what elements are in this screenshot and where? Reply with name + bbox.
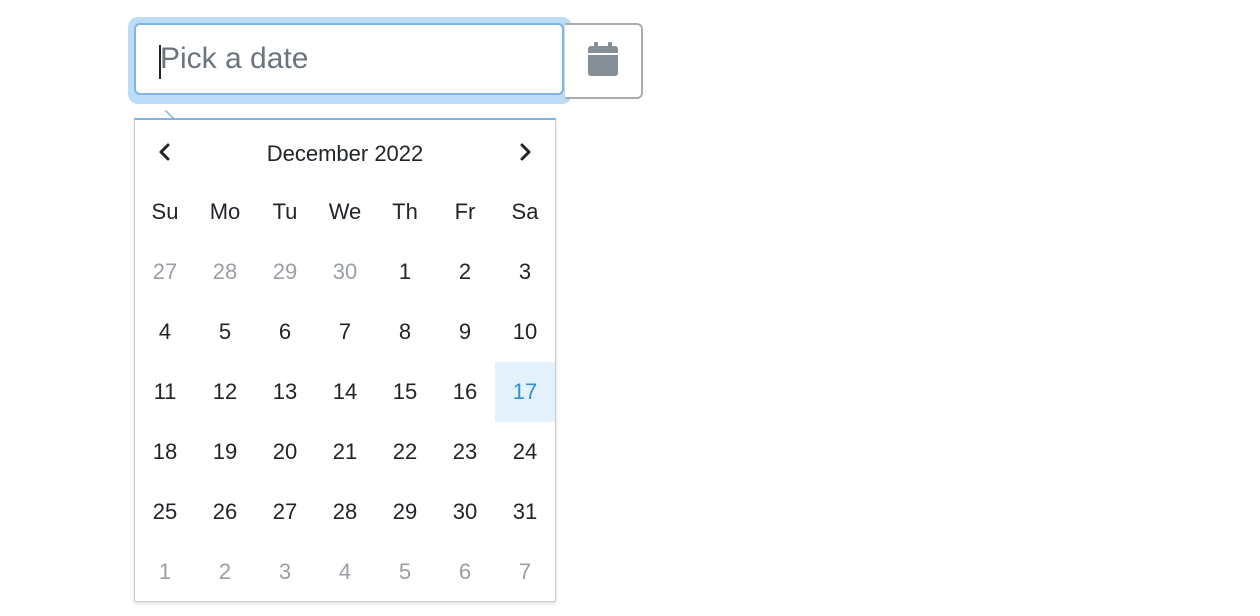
day-cell[interactable]: 28: [195, 242, 255, 302]
day-cell[interactable]: 23: [435, 422, 495, 482]
week-row: 4 5 6 7 8 9 10: [135, 302, 555, 362]
datepicker-header: December 2022: [135, 124, 555, 184]
day-cell[interactable]: 3: [255, 542, 315, 602]
datepicker-popup: December 2022 Su Mo Tu We Th Fr Sa 27 28…: [134, 111, 556, 602]
day-cell[interactable]: 2: [435, 242, 495, 302]
day-cell[interactable]: 1: [375, 242, 435, 302]
week-row: 25 26 27 28 29 30 31: [135, 482, 555, 542]
day-cell[interactable]: 24: [495, 422, 555, 482]
day-cell[interactable]: 3: [495, 242, 555, 302]
weekday-label: Tu: [272, 199, 298, 224]
text-caret: [159, 45, 161, 79]
datepicker-demo: December 2022 Su Mo Tu We Th Fr Sa 2: [0, 0, 1260, 616]
weekday-label: Th: [392, 199, 418, 224]
weekday-label: We: [328, 199, 362, 224]
day-cell[interactable]: 29: [375, 482, 435, 542]
popup-arrow-inner: [158, 111, 172, 118]
day-cell[interactable]: 8: [375, 302, 435, 362]
day-cell[interactable]: 12: [195, 362, 255, 422]
weekday-header-row: Su Mo Tu We Th Fr Sa: [135, 182, 555, 242]
day-cell[interactable]: 25: [135, 482, 195, 542]
day-cell[interactable]: 14: [315, 362, 375, 422]
day-cell[interactable]: 6: [435, 542, 495, 602]
input-focus-ring: [128, 17, 572, 104]
day-cell[interactable]: 7: [495, 542, 555, 602]
day-cell[interactable]: 29: [255, 242, 315, 302]
day-cell[interactable]: 30: [315, 242, 375, 302]
date-input[interactable]: [134, 23, 564, 95]
week-row: 11 12 13 14 15 16 17: [135, 362, 555, 422]
day-cell[interactable]: 7: [315, 302, 375, 362]
day-cell[interactable]: 15: [375, 362, 435, 422]
day-cell[interactable]: 31: [495, 482, 555, 542]
calendar-grid: Su Mo Tu We Th Fr Sa 27 28 29 30 1 2 3 4…: [135, 182, 555, 602]
day-cell[interactable]: 28: [315, 482, 375, 542]
day-cell[interactable]: 27: [135, 242, 195, 302]
month-title[interactable]: December 2022: [195, 124, 495, 184]
week-row: 1 2 3 4 5 6 7: [135, 542, 555, 602]
day-cell[interactable]: 20: [255, 422, 315, 482]
weekday-label: Su: [151, 199, 179, 224]
week-row: 18 19 20 21 22 23 24: [135, 422, 555, 482]
day-cell[interactable]: 6: [255, 302, 315, 362]
next-month-button[interactable]: [495, 124, 555, 184]
day-cell[interactable]: 30: [435, 482, 495, 542]
day-cell[interactable]: 18: [135, 422, 195, 482]
day-cell[interactable]: 5: [195, 302, 255, 362]
day-cell[interactable]: 4: [315, 542, 375, 602]
day-cell[interactable]: 4: [135, 302, 195, 362]
day-cell[interactable]: 16: [435, 362, 495, 422]
day-cell[interactable]: 13: [255, 362, 315, 422]
day-cell[interactable]: 2: [195, 542, 255, 602]
chevron-right-icon: [518, 142, 532, 167]
day-cell[interactable]: 9: [435, 302, 495, 362]
day-cell[interactable]: 27: [255, 482, 315, 542]
calendar-button[interactable]: [565, 23, 643, 99]
day-cell[interactable]: 10: [495, 302, 555, 362]
day-cell[interactable]: 19: [195, 422, 255, 482]
day-cell[interactable]: 1: [135, 542, 195, 602]
calendar-icon: [588, 41, 618, 81]
week-row: 27 28 29 30 1 2 3: [135, 242, 555, 302]
weekday-label: Mo: [209, 199, 241, 224]
day-cell[interactable]: 22: [375, 422, 435, 482]
day-cell[interactable]: 11: [135, 362, 195, 422]
weekday-label: Sa: [511, 199, 539, 224]
day-cell[interactable]: 5: [375, 542, 435, 602]
weekday-label: Fr: [454, 199, 476, 224]
day-cell[interactable]: 26: [195, 482, 255, 542]
day-cell-today[interactable]: 17: [495, 362, 555, 422]
chevron-left-icon: [158, 142, 172, 167]
day-cell[interactable]: 21: [315, 422, 375, 482]
prev-month-button[interactable]: [135, 124, 195, 184]
